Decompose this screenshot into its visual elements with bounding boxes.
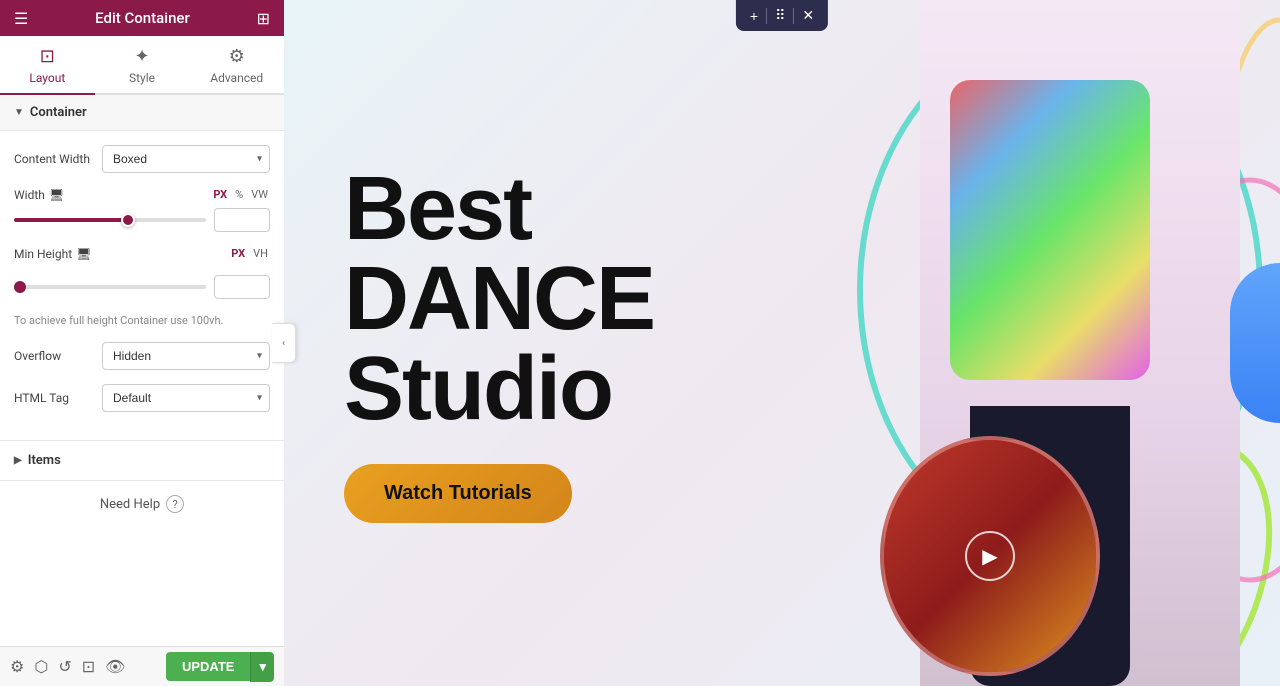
element-add-button[interactable]: + bbox=[744, 5, 764, 27]
panel-title: Edit Container bbox=[95, 9, 190, 27]
right-partial-circle bbox=[1230, 263, 1280, 423]
collapse-toggle[interactable]: ‹ bbox=[272, 323, 296, 363]
jacket-color bbox=[950, 80, 1150, 380]
dance-heading: Best DANCE Studio bbox=[344, 164, 654, 434]
update-button[interactable]: UPDATE bbox=[166, 652, 250, 681]
main-content: + ⠿ ✕ Best DANCE Studio Watch Tutorials bbox=[284, 0, 1280, 686]
container-section-header[interactable]: ▼ Container bbox=[0, 95, 284, 131]
history-icon[interactable]: ↺ bbox=[58, 657, 71, 676]
min-height-unit-buttons: PX VH bbox=[229, 246, 270, 261]
element-move-button[interactable]: ⠿ bbox=[769, 4, 791, 27]
content-width-select[interactable]: Boxed Full Width bbox=[102, 145, 270, 173]
width-row: Width 🖥 PX % VW bbox=[14, 187, 270, 202]
min-height-range-row bbox=[14, 275, 270, 299]
min-height-hint: To achieve full height Container use 100… bbox=[14, 313, 270, 328]
watch-tutorials-button[interactable]: Watch Tutorials bbox=[344, 464, 572, 523]
width-label: Width 🖥 bbox=[14, 188, 94, 202]
layers-icon[interactable]: ⬡ bbox=[34, 657, 48, 676]
monitor-icon: 🖥 bbox=[49, 188, 64, 202]
tabs: ⊡ Layout ✦ Style ⚙ Advanced bbox=[0, 36, 284, 95]
tab-advanced-label: Advanced bbox=[210, 71, 263, 85]
toolbar-separator-1 bbox=[766, 8, 767, 24]
items-section-label: Items bbox=[28, 453, 61, 468]
layout-icon: ⊡ bbox=[40, 46, 55, 67]
tab-style-label: Style bbox=[129, 71, 155, 85]
items-chevron-icon: ▶ bbox=[14, 455, 22, 466]
unit-percent[interactable]: % bbox=[233, 187, 245, 202]
min-height-row: Min Height 🖥 PX VH bbox=[14, 246, 270, 261]
need-help-button[interactable]: Need Help ? bbox=[100, 495, 184, 513]
width-unit-buttons: PX % VW bbox=[211, 187, 270, 202]
help-icon: ? bbox=[166, 495, 184, 513]
container-form: Content Width Boxed Full Width ▾ Width 🖥… bbox=[0, 131, 284, 440]
heading-dance: DANCE bbox=[344, 254, 654, 344]
hamburger-icon[interactable]: ☰ bbox=[14, 9, 28, 28]
need-help-label: Need Help bbox=[100, 497, 160, 512]
container-chevron-icon: ▼ bbox=[14, 107, 24, 118]
style-icon: ✦ bbox=[134, 46, 149, 67]
tab-layout-label: Layout bbox=[29, 71, 65, 85]
video-thumbnail[interactable]: ▶ bbox=[880, 436, 1100, 676]
play-button[interactable]: ▶ bbox=[965, 531, 1015, 581]
toolbar-separator-2 bbox=[793, 8, 794, 24]
unit-px[interactable]: PX bbox=[211, 187, 229, 202]
min-height-number-input[interactable] bbox=[214, 275, 270, 299]
heading-best: Best bbox=[344, 164, 654, 254]
min-height-unit-vh[interactable]: VH bbox=[251, 246, 270, 261]
width-slider[interactable] bbox=[14, 218, 206, 222]
play-btn-wrapper: ▶ bbox=[884, 440, 1096, 672]
width-range-row: 1140 bbox=[14, 208, 270, 232]
min-height-unit-px[interactable]: PX bbox=[229, 246, 247, 261]
html-tag-select[interactable]: Default div section article bbox=[102, 384, 270, 412]
toolbar-icons: ⚙ ⬡ ↺ ⊡ 👁 bbox=[10, 657, 125, 676]
dance-studio-content: Best DANCE Studio Watch Tutorials bbox=[344, 164, 654, 523]
bottom-toolbar: ⚙ ⬡ ↺ ⊡ 👁 UPDATE ▾ bbox=[0, 646, 284, 686]
element-delete-button[interactable]: ✕ bbox=[796, 4, 820, 27]
overflow-select-wrapper: Hidden Visible Auto ▾ bbox=[102, 342, 270, 370]
min-height-slider[interactable] bbox=[14, 285, 206, 289]
min-height-monitor-icon: 🖥 bbox=[76, 247, 91, 261]
element-toolbar: + ⠿ ✕ bbox=[736, 0, 828, 31]
update-dropdown-button[interactable]: ▾ bbox=[250, 652, 274, 682]
advanced-icon: ⚙ bbox=[229, 46, 245, 67]
container-section-label: Container bbox=[30, 105, 87, 120]
overflow-select[interactable]: Hidden Visible Auto bbox=[102, 342, 270, 370]
heading-studio: Studio bbox=[344, 344, 654, 434]
items-section-header[interactable]: ▶ Items bbox=[0, 440, 284, 481]
left-panel: ☰ Edit Container ⊞ ⊡ Layout ✦ Style ⚙ Ad… bbox=[0, 0, 284, 686]
tab-style[interactable]: ✦ Style bbox=[95, 36, 190, 93]
html-tag-label: HTML Tag bbox=[14, 391, 94, 405]
need-help-area: Need Help ? bbox=[0, 481, 284, 527]
preview-icon[interactable]: 👁 bbox=[105, 657, 125, 676]
html-tag-select-wrapper: Default div section article ▾ bbox=[102, 384, 270, 412]
content-width-select-wrapper: Boxed Full Width ▾ bbox=[102, 145, 270, 173]
collapse-icon: ‹ bbox=[282, 338, 285, 349]
update-btn-wrapper: UPDATE ▾ bbox=[166, 652, 274, 682]
unit-vw[interactable]: VW bbox=[249, 187, 270, 202]
tab-layout[interactable]: ⊡ Layout bbox=[0, 36, 95, 95]
responsive-icon[interactable]: ⊡ bbox=[82, 657, 95, 676]
width-number-input[interactable]: 1140 bbox=[214, 208, 270, 232]
min-height-label: Min Height 🖥 bbox=[14, 247, 94, 261]
html-tag-row: HTML Tag Default div section article ▾ bbox=[14, 384, 270, 412]
tab-advanced[interactable]: ⚙ Advanced bbox=[189, 36, 284, 93]
content-width-label: Content Width bbox=[14, 152, 94, 166]
panel-scrollable: ▼ Container Content Width Boxed Full Wid… bbox=[0, 95, 284, 686]
top-bar: ☰ Edit Container ⊞ bbox=[0, 0, 284, 36]
overflow-label: Overflow bbox=[14, 349, 94, 363]
grid-icon[interactable]: ⊞ bbox=[257, 9, 270, 28]
content-width-row: Content Width Boxed Full Width ▾ bbox=[14, 145, 270, 173]
overflow-row: Overflow Hidden Visible Auto ▾ bbox=[14, 342, 270, 370]
settings-icon[interactable]: ⚙ bbox=[10, 657, 24, 676]
